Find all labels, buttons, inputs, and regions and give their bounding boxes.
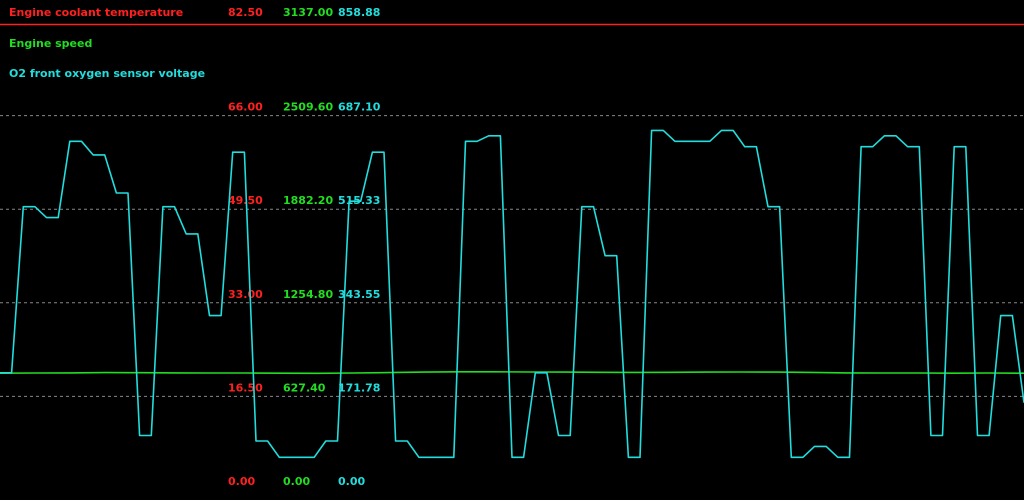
tick-label-3-4: 687.10 (338, 101, 381, 114)
tick-label-2-2: 1254.80 (283, 288, 333, 301)
legend-entry-3: O2 front oxygen sensor voltage (9, 67, 205, 80)
tick-label-2-4: 2509.60 (283, 101, 333, 114)
legend-entry-2: Engine speed (9, 37, 92, 50)
legend-entry-1: Engine coolant temperature (9, 6, 183, 19)
tick-label-2-5: 3137.00 (283, 6, 333, 19)
tick-label-1-4: 66.00 (228, 101, 263, 114)
tick-label-1-2: 33.00 (228, 288, 263, 301)
tick-label-1-1: 16.50 (228, 381, 263, 394)
tick-label-3-1: 171.78 (338, 381, 380, 394)
tick-label-3-5: 858.88 (338, 6, 380, 19)
tick-label-1-5: 82.50 (228, 6, 263, 19)
tick-label-3-0: 0.00 (338, 475, 365, 488)
sensor-chart: 0.0016.5033.0049.5066.0082.500.00627.401… (0, 0, 1024, 500)
tick-label-2-1: 627.40 (283, 381, 326, 394)
tick-label-2-0: 0.00 (283, 475, 310, 488)
tick-label-1-0: 0.00 (228, 475, 255, 488)
tick-label-2-3: 1882.20 (283, 194, 333, 207)
